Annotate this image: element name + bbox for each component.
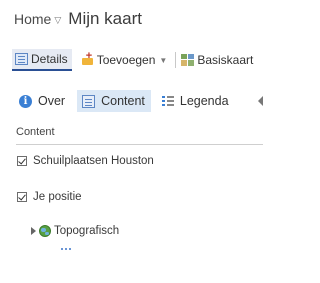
panel-tabs: i Over Content Legenda (14, 90, 273, 112)
expand-arrow-icon[interactable] (31, 227, 36, 235)
dot (61, 248, 63, 250)
tab-over[interactable]: i Over (14, 90, 71, 112)
tab-legenda[interactable]: Legenda (157, 90, 235, 112)
details-label: Details (31, 52, 68, 66)
more-options-icon[interactable] (61, 248, 71, 250)
layer-visibility-checkbox[interactable] (17, 156, 27, 166)
map-panel: Home ▽ Mijn kaart Details Toevoegen ▼ Ba… (0, 0, 273, 283)
layer-item[interactable]: Je positie (17, 191, 82, 203)
add-button[interactable]: Toevoegen ▼ (78, 49, 172, 71)
basemap-button[interactable]: Basiskaart (181, 49, 257, 71)
tabs-scroll-left-icon[interactable] (258, 96, 263, 106)
breadcrumb: Home ▽ Mijn kaart (14, 9, 142, 29)
chevron-down-icon: ▼ (159, 55, 168, 65)
add-icon (81, 50, 94, 66)
info-icon: i (19, 94, 32, 108)
details-icon (15, 53, 28, 65)
basemap-layer-item[interactable]: Topografisch (17, 225, 119, 237)
section-divider (16, 144, 263, 145)
toolbar: Details Toevoegen ▼ Basiskaart (12, 49, 273, 71)
basemap-icon (181, 54, 195, 66)
tab-content[interactable]: Content (77, 90, 151, 112)
layer-item[interactable]: Schuilplaatsen Houston (17, 155, 154, 167)
basemap-label: Basiskaart (197, 53, 254, 67)
details-button[interactable]: Details (12, 49, 72, 71)
dot (69, 248, 71, 250)
layer-label[interactable]: Je positie (33, 191, 82, 203)
legend-icon (161, 95, 174, 107)
layer-label[interactable]: Schuilplaatsen Houston (33, 155, 154, 167)
globe-icon (39, 225, 51, 237)
tab-label: Over (38, 94, 66, 108)
layer-visibility-checkbox[interactable] (17, 192, 27, 202)
home-link[interactable]: Home (14, 11, 51, 27)
section-title: Content (16, 126, 55, 138)
add-label: Toevoegen (96, 53, 156, 67)
toolbar-divider (175, 52, 177, 68)
content-icon (82, 94, 96, 108)
dot (65, 248, 67, 250)
tab-label: Legenda (179, 94, 229, 108)
home-dropdown-icon[interactable]: ▽ (54, 15, 61, 26)
tab-label: Content (101, 94, 145, 108)
basemap-layer-label[interactable]: Topografisch (54, 225, 119, 237)
page-title: Mijn kaart (68, 9, 142, 28)
